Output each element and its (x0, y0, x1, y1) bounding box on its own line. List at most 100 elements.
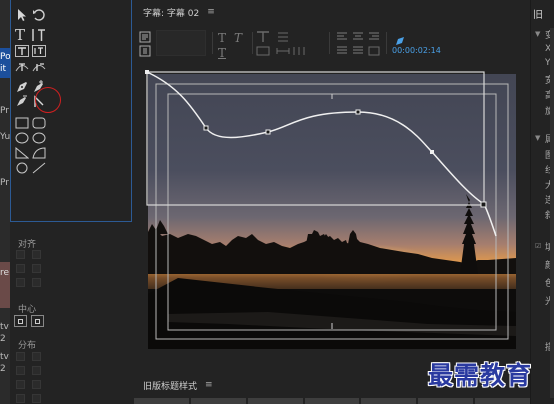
align-left-icon[interactable] (16, 250, 25, 259)
rounded-corner-rectangle-tool-icon[interactable] (32, 116, 46, 130)
chevron-down-icon[interactable]: ▼ (535, 30, 540, 38)
vertical-area-type-tool-icon[interactable] (32, 44, 46, 58)
style-swatch[interactable] (247, 398, 303, 404)
title-styles-swatches[interactable] (132, 398, 531, 404)
style-swatch[interactable] (418, 398, 474, 404)
bold-icon[interactable]: T (218, 31, 226, 45)
delete-anchor-tool-icon[interactable] (15, 94, 29, 108)
align-center-v-icon[interactable] (32, 264, 41, 273)
title-styles-name: 旧版标题样式 (143, 381, 198, 392)
path-type-tool-icon[interactable] (15, 60, 29, 74)
title-panel-name: 字幕: 字幕 02 (143, 8, 200, 19)
toolbar-divider (252, 32, 253, 54)
align-right-icon[interactable] (16, 278, 25, 287)
align-center-h-icon[interactable] (16, 264, 25, 273)
style-swatch[interactable] (361, 398, 417, 404)
toolbar-divider (329, 32, 330, 54)
background-video-timecode-icon[interactable] (395, 31, 405, 45)
align-text-center-icon[interactable] (351, 30, 365, 44)
tracking-icon[interactable] (276, 44, 290, 58)
left-edge-text: re (0, 268, 10, 278)
new-title-icon[interactable] (138, 30, 152, 44)
title-designer-panel: 字幕: 字幕 02 ≡ T T T 00:00:02:14 旧版标题样式 ≡ (132, 0, 531, 404)
checkbox-icon[interactable]: ☑ (535, 242, 541, 250)
vertical-type-tool-icon[interactable] (32, 28, 46, 42)
distribute-center-v-icon[interactable] (32, 366, 41, 375)
kerning-icon[interactable] (256, 44, 270, 58)
type-tool-icon[interactable]: T (15, 28, 25, 43)
pen-path-overlay[interactable] (132, 60, 530, 340)
center-horizontal-button[interactable] (14, 315, 27, 327)
rounded-rectangle-tool-icon[interactable] (32, 131, 46, 145)
line-tool-icon[interactable] (32, 161, 46, 175)
area-type-tool-icon[interactable] (15, 44, 29, 58)
annotation-circle (35, 87, 61, 113)
left-edge-text: tv (0, 322, 9, 332)
title-toolbar: T T T 00:00:02:14 (132, 28, 530, 60)
distribute-even-h-icon[interactable] (16, 394, 25, 403)
font-family-dropdown[interactable] (156, 30, 206, 56)
style-swatch[interactable] (304, 398, 360, 404)
panel-menu-icon[interactable]: ≡ (207, 7, 215, 17)
show-video-icon[interactable] (367, 44, 381, 58)
ellipse-tool-icon[interactable] (15, 161, 29, 175)
align-panel: 对齐 中心 分布 (10, 222, 132, 404)
anchor-point-selected (480, 201, 487, 208)
watermark-text: 最需教育 (428, 361, 533, 390)
pen-tool-icon[interactable] (15, 80, 29, 94)
distribute-even-v-icon[interactable] (32, 394, 41, 403)
styles-menu-icon[interactable]: ≡ (205, 380, 213, 390)
baseline-shift-icon[interactable] (292, 44, 306, 58)
left-edge-text: Pr (0, 178, 9, 188)
rectangle-tool-icon[interactable] (15, 116, 29, 130)
left-edge-text: Pr (0, 106, 9, 116)
anchor-point (265, 129, 271, 135)
background-video-icon[interactable] (138, 44, 152, 58)
style-swatch[interactable] (134, 398, 189, 404)
distribute-top-icon[interactable] (32, 352, 41, 361)
anchor-point (145, 70, 149, 74)
selection-tool-icon[interactable] (15, 8, 29, 22)
title-tools-panel: T (10, 0, 132, 222)
title-panel-header: 字幕: 字幕 02 ≡ (132, 0, 530, 24)
center-vertical-button[interactable] (31, 315, 44, 327)
properties-scrollbar[interactable] (550, 28, 554, 398)
background-timecode[interactable]: 00:00:02:14 (392, 46, 441, 55)
toolbar-divider (212, 32, 213, 54)
distribute-left-icon[interactable] (16, 352, 25, 361)
clipped-corner-rectangle-tool-icon[interactable] (15, 131, 29, 145)
anchor-point (430, 150, 434, 154)
path-bounding-box (146, 71, 485, 206)
font-size-icon[interactable] (256, 30, 270, 44)
align-bottom-icon[interactable] (32, 278, 41, 287)
project-panel-edge: Po it Pr Yu Pr re tv 2 tv 2 (0, 0, 10, 404)
align-text-right-icon[interactable] (367, 30, 381, 44)
wedge-tool-icon[interactable] (15, 146, 29, 160)
distribute-center-h-icon[interactable] (16, 366, 25, 375)
left-edge-text: tv (0, 352, 9, 362)
anchor-point (355, 109, 361, 115)
style-swatch[interactable] (475, 398, 531, 404)
left-edge-text: Po (0, 52, 10, 62)
align-text-left-icon[interactable] (335, 30, 349, 44)
left-edge-text: it (0, 64, 7, 74)
italic-icon[interactable]: T (234, 31, 242, 45)
leading-icon[interactable] (276, 30, 290, 44)
style-swatch[interactable] (190, 398, 246, 404)
anchor-point (203, 125, 209, 131)
justify-icon[interactable] (351, 44, 365, 58)
tab-stops-icon[interactable] (335, 44, 349, 58)
align-top-icon[interactable] (32, 250, 41, 259)
chevron-down-icon[interactable]: ▼ (535, 134, 540, 142)
properties-panel-edge: 旧 ▼ 变 X Y 宽 高 旋 ▼ 属 图 线 大 连 斜 ☑ 填 颜 色 光 … (530, 0, 554, 404)
distribute-bottom-icon[interactable] (32, 380, 41, 389)
distribute-right-icon[interactable] (16, 380, 25, 389)
rotation-tool-icon[interactable] (32, 8, 46, 22)
bezier-path (146, 71, 497, 237)
left-edge-text: 2 (0, 364, 6, 374)
vertical-path-type-tool-icon[interactable] (32, 60, 46, 74)
center-section-label: 中心 (18, 305, 37, 315)
arc-tool-icon[interactable] (32, 146, 46, 160)
app-window: Po it Pr Yu Pr re tv 2 tv 2 T 对齐 中心 分布 字… (0, 0, 554, 404)
underline-icon[interactable]: T (218, 46, 226, 60)
